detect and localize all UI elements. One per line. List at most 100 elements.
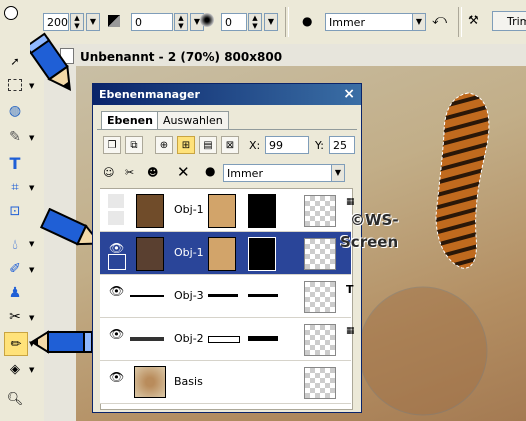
layer-thumbnail-color	[208, 336, 240, 343]
layer-thumbnail	[130, 337, 164, 341]
link-toggle[interactable]	[108, 211, 124, 225]
y-label: Y:	[315, 139, 324, 152]
opacity-input[interactable]: 0	[131, 13, 173, 31]
eye-icon[interactable]: 👁︎	[109, 241, 124, 255]
chevron-down-icon[interactable]: ▼	[29, 240, 34, 248]
size-input[interactable]: 200	[43, 13, 69, 31]
brush-icon[interactable]: ✎	[4, 126, 26, 148]
watermark: ©WS- Screen	[340, 209, 399, 253]
mask-apply-icon[interactable]: ☻	[147, 166, 158, 179]
lasso-icon[interactable]: ◍	[4, 100, 26, 122]
duplicate-layer-icon[interactable]: ⧉	[125, 136, 143, 154]
layer-row-selected[interactable]: 👁︎ Obj-1	[100, 232, 351, 275]
hardness-dropdown-button[interactable]: ▼	[264, 13, 278, 31]
layer-thumbnail-color	[208, 194, 236, 228]
layer-transparency-preview	[304, 281, 336, 313]
settings-icon[interactable]: ⚒	[468, 13, 479, 27]
layer-thumbnail	[130, 295, 164, 297]
layer-row[interactable]: Obj-1 ▦	[100, 189, 355, 232]
blend-mode-dropdown-button[interactable]: ▼	[331, 164, 345, 182]
delete-layer-icon[interactable]: ✕	[177, 163, 190, 181]
effect-icon[interactable]: ✂	[4, 306, 26, 328]
marquee-icon[interactable]	[4, 74, 26, 96]
merge-layer-icon[interactable]: ⊞	[177, 136, 195, 154]
trim-button[interactable]: Trim	[492, 11, 526, 31]
chevron-down-icon[interactable]: ▼	[29, 266, 34, 274]
layer-group-icon[interactable]: ⊠	[221, 136, 239, 154]
layer-thumbnail	[134, 366, 166, 398]
transform-icon[interactable]: ⊡	[4, 200, 26, 222]
layer-name: Obj-1	[174, 246, 204, 259]
layer-name: Obj-2	[174, 332, 204, 345]
layer-panel-icon[interactable]: ▤	[199, 136, 217, 154]
chevron-down-icon[interactable]: ▼	[29, 184, 34, 192]
opacity-icon	[108, 15, 120, 27]
chevron-down-icon[interactable]: ▼	[29, 134, 34, 142]
layer-thumbnail	[136, 194, 164, 228]
text-layer-icon: T	[346, 283, 354, 296]
eye-icon[interactable]: 👁︎	[109, 327, 124, 341]
x-label: X:	[249, 139, 261, 152]
layer-options-icon[interactable]: ▦	[346, 197, 355, 207]
hardness-input[interactable]: 0	[221, 13, 247, 31]
stamp-icon[interactable]: ♟	[4, 282, 26, 304]
layer-options-icon[interactable]: ▦	[346, 326, 355, 336]
mode-dropdown-button[interactable]: ▼	[412, 13, 426, 31]
layer-transparency-preview	[304, 367, 336, 399]
select-arrow-icon[interactable]: ➚	[4, 50, 26, 72]
layer-thumbnail-color	[208, 237, 236, 271]
text-tool-icon[interactable]: T	[4, 152, 26, 174]
circle-selection	[358, 286, 488, 416]
options-toolbar: 200 ▲ ▼ ▼ 0 ▲ ▼ ▼ 0 ▲ ▼ ▼ ● Immer ▼ ⤺ ⚒ Tri…	[0, 0, 526, 45]
mask-link-icon[interactable]: ✂	[125, 166, 134, 179]
fill-icon[interactable]: ◈	[4, 358, 26, 380]
layer-mask-thumbnail	[248, 237, 276, 271]
layer-name: Obj-3	[174, 289, 204, 302]
paint-brush-icon[interactable]: ✐	[4, 258, 26, 280]
visibility-toggle-off[interactable]	[108, 194, 124, 208]
hardness-spinner[interactable]: ▲ ▼	[248, 13, 262, 31]
crop-icon[interactable]: ⌗	[4, 176, 26, 198]
layer-row[interactable]: 👁︎ Obj-2 ▦	[100, 318, 355, 361]
eye-icon[interactable]: 👁︎	[109, 284, 124, 298]
hardness-icon	[200, 13, 214, 27]
layer-mask-thumbnail	[248, 194, 276, 228]
new-layer-icon[interactable]: ❐	[103, 136, 121, 154]
opacity-spinner[interactable]: ▲ ▼	[174, 13, 188, 31]
tab-layers[interactable]: Ebenen	[101, 111, 159, 130]
drop-icon[interactable]: 💧︎	[4, 234, 26, 256]
layer-name: Basis	[174, 375, 203, 388]
layer-properties-icon[interactable]: ⊕	[155, 136, 173, 154]
eye-icon[interactable]: 👁︎	[109, 370, 124, 384]
size-spinner[interactable]: ▲ ▼	[70, 13, 84, 31]
mask-icon[interactable]: ☺	[103, 166, 114, 179]
layer-row[interactable]: 👁︎ Obj-3 T	[100, 275, 354, 318]
tiger-tail	[435, 92, 490, 269]
layer-manager-panel: Ebenenmanager × Ebenen Auswahlen ❐ ⧉ ⊕ ⊞…	[92, 83, 362, 413]
blend-mode-select[interactable]: Immer	[223, 164, 345, 182]
pencil-pointer-icon	[30, 32, 72, 92]
chevron-down-icon[interactable]: ▼	[29, 366, 34, 374]
watermark-line-1: ©WS-	[350, 211, 399, 229]
zoom-icon[interactable]: 🔍︎	[4, 388, 26, 410]
chevron-down-icon[interactable]: ▼	[29, 314, 34, 322]
tab-divider	[97, 129, 357, 130]
brush-shape-round-icon[interactable]	[4, 6, 18, 20]
layer-transparency-preview	[304, 238, 336, 270]
tools-panel: ➚ ▼ ◍ ✎ ▼ T ⌗ ▼ ⊡ 💧︎ ▼ ✐ ▼ ♟ ✂ ▼ ✏ ▼ ◈ ▼…	[0, 44, 45, 421]
reset-icon[interactable]: ⤺	[432, 12, 447, 28]
tab-selections[interactable]: Auswahlen	[157, 111, 229, 130]
y-input[interactable]: 25	[329, 136, 355, 154]
layer-manager-title: Ebenenmanager	[99, 88, 200, 101]
x-input[interactable]: 99	[265, 136, 309, 154]
layer-row[interactable]: 👁︎ Basis	[100, 361, 351, 404]
mode-select[interactable]: Immer	[325, 13, 425, 31]
toolbar-separator	[458, 7, 462, 37]
layer-manager-titlebar[interactable]: Ebenenmanager ×	[93, 84, 361, 105]
link-toggle[interactable]	[108, 254, 126, 270]
toolbar-separator	[285, 7, 289, 37]
size-dropdown-button[interactable]: ▼	[86, 13, 100, 31]
layer-transparency-preview	[304, 195, 336, 227]
close-icon[interactable]: ×	[343, 84, 355, 105]
eraser-icon[interactable]: ✏	[4, 332, 28, 356]
